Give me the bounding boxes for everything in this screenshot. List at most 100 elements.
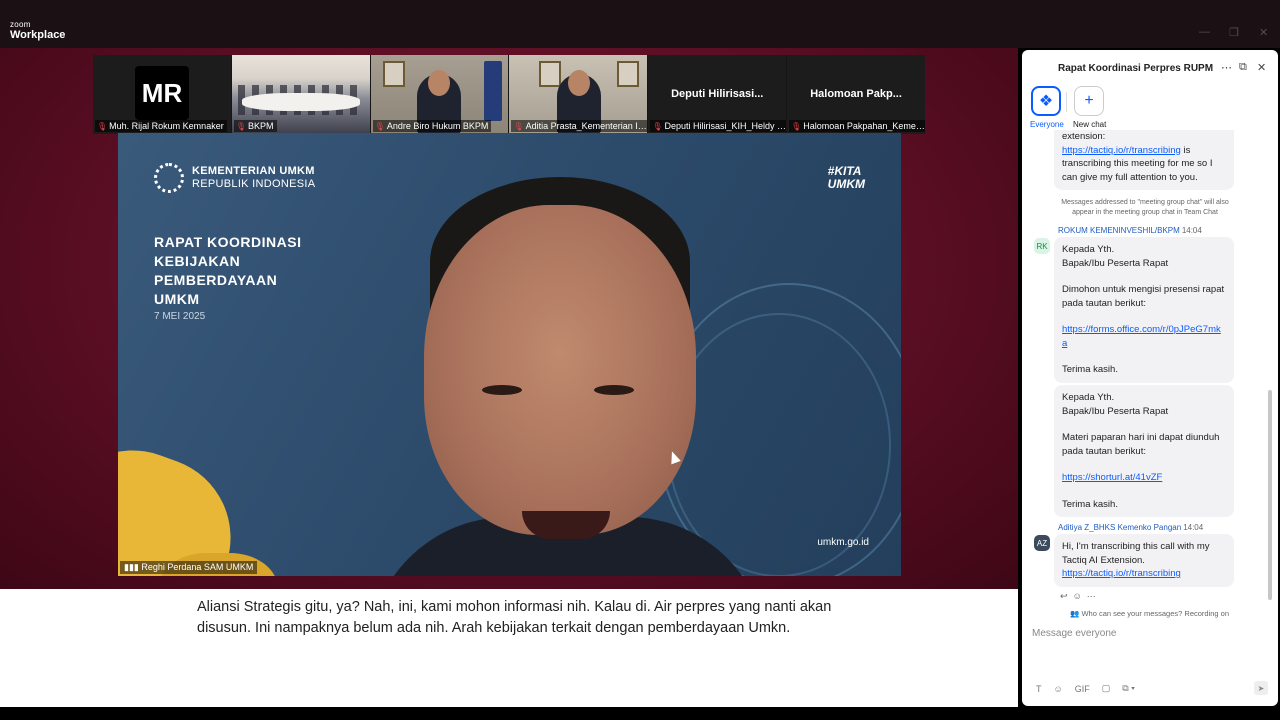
chat-message: Hi, I'm transcribing this call with my T…: [1054, 534, 1234, 587]
mic-muted-icon: 🎙: [235, 122, 246, 131]
participant-tile[interactable]: 🎙 BKPM: [231, 55, 370, 134]
message-link[interactable]: https://forms.office.com/r/0pJPeG7mka: [1062, 324, 1221, 349]
speaker-name-text: Reghi Perdana SAM UMKM: [141, 562, 254, 572]
participant-tile[interactable]: 🎙 Aditia Prasta_Kementerian Inv...: [509, 55, 648, 134]
message-text: Dimohon untuk mengisi presensi rapat pad…: [1062, 284, 1225, 309]
text-format-icon[interactable]: T: [1036, 684, 1042, 694]
chat-notice: Messages addressed to "meeting group cha…: [1061, 199, 1229, 216]
hashtag-line1: #KITA: [827, 164, 862, 178]
visibility-text: Who can see your messages? Recording on: [1081, 609, 1230, 618]
send-icon[interactable]: ➤: [1254, 681, 1268, 695]
participant-display-name: Deputi Hilirisasi...: [671, 88, 764, 100]
participant-strip: MR 🎙 Muh. Rijal Rokum Kemnaker 🎙 BKPM 🎙 And…: [93, 55, 925, 134]
participant-tile[interactable]: Halomoan Pakp... 🎙 Halomoan Pakpahan_Keme…: [787, 55, 925, 134]
sun-logo-icon: [154, 163, 184, 193]
message-link[interactable]: https://tactiq.io/r/transcribing: [1062, 145, 1181, 156]
message-sender: ROKUM KEMENINVESHIL/BKPM 14:04: [1058, 226, 1202, 235]
close-window-icon[interactable]: ✕: [1259, 26, 1268, 39]
signal-icon: ▮▮▮: [124, 562, 142, 572]
zoom-logo: zoom Workplace: [10, 21, 65, 41]
message-time: 14:04: [1183, 523, 1204, 532]
more-options-icon[interactable]: ⋯: [1221, 61, 1232, 74]
chat-message: extension: https://tactiq.io/r/transcrib…: [1054, 130, 1234, 190]
ministry-logo: KEMENTERIAN UMKM REPUBLIK INDONESIA: [154, 163, 315, 193]
minimize-icon[interactable]: —: [1199, 26, 1210, 38]
message-sender: Aditiya Z_BHKS Kemenko Pangan 14:04: [1058, 523, 1203, 532]
hashtag-line2: UMKM: [827, 176, 865, 191]
screenshot-icon[interactable]: ⧉ ▾: [1122, 683, 1135, 694]
participant-name: 🎙 Aditia Prasta_Kementerian Inv...: [511, 120, 648, 132]
chat-message: Kepada Yth. Bapak/Ibu Peserta Rapat Dimo…: [1054, 237, 1234, 383]
participant-name: 🎙 Muh. Rijal Rokum Kemnaker: [95, 120, 227, 132]
mic-muted-icon: 🎙: [791, 122, 802, 131]
tab-label-everyone: Everyone: [1030, 120, 1064, 129]
brand-small: zoom: [10, 20, 31, 29]
participant-display-name: Halomoan Pakp...: [810, 88, 902, 100]
sender-name: Aditiya Z_BHKS Kemenko Pangan: [1058, 523, 1182, 532]
org-country: REPUBLIK INDONESIA: [192, 178, 316, 190]
visibility-info[interactable]: 👥 Who can see your messages? Recording o…: [1070, 609, 1229, 618]
file-icon[interactable]: ▢: [1102, 683, 1111, 694]
compose-toolbar: T ☺ GIF ▢ ⧉ ▾: [1036, 683, 1135, 694]
mic-muted-icon: 🎙: [97, 122, 108, 131]
message-text: Kepada Yth.: [1062, 392, 1115, 403]
emoji-icon[interactable]: ☺: [1054, 684, 1063, 694]
participant-name-text: Halomoan Pakpahan_Kemend...: [803, 121, 925, 131]
participant-name-text: Muh. Rijal Rokum Kemnaker: [109, 121, 224, 131]
participant-name-text: Andre Biro Hukum BKPM: [386, 121, 489, 131]
message-text: extension:: [1062, 131, 1106, 142]
participant-tile[interactable]: Deputi Hilirisasi... 🎙 Deputi Hilirisasi_…: [648, 55, 787, 134]
live-caption-area: Aliansi Strategis gitu, ya? Nah, ini, ka…: [0, 589, 1018, 707]
slide-url: umkm.go.id: [817, 537, 869, 548]
speaker-name-label: ▮▮▮ Reghi Perdana SAM UMKM: [120, 561, 258, 574]
emoji-reaction-icon[interactable]: ☺: [1073, 591, 1082, 601]
brand-big: Workplace: [10, 29, 66, 41]
gif-icon[interactable]: GIF: [1075, 684, 1090, 694]
chat-tabs: ❖ Everyone + New chat: [1022, 86, 1278, 132]
message-link[interactable]: https://shorturl.at/41vZF: [1062, 472, 1162, 483]
active-speaker-video[interactable]: KEMENTERIAN UMKM REPUBLIK INDONESIA #KITA…: [118, 133, 901, 576]
participant-name-text: BKPM: [247, 121, 274, 131]
participant-tile[interactable]: MR 🎙 Muh. Rijal Rokum Kemnaker: [93, 55, 231, 134]
message-time: 14:04: [1181, 226, 1202, 235]
message-text: Bapak/Ibu Peserta Rapat: [1062, 405, 1169, 417]
slide-title-line: RAPAT KOORDINASI: [154, 234, 302, 250]
chat-scrollbar[interactable]: [1268, 390, 1272, 600]
message-text: Bapak/Ibu Peserta Rapat: [1062, 257, 1169, 269]
mic-muted-icon: 🎙: [652, 122, 663, 131]
speaker-figure: [368, 177, 768, 576]
message-text: Terima kasih.: [1062, 364, 1118, 375]
reply-icon[interactable]: ↩: [1060, 591, 1068, 601]
participant-name: 🎙 Halomoan Pakpahan_Kemend...: [789, 120, 925, 132]
hashtag: #KITA UMKM: [828, 165, 865, 190]
everyone-tab-button[interactable]: ❖: [1031, 86, 1061, 116]
caption-text: Aliansi Strategis gitu, ya? Nah, ini, ka…: [197, 599, 832, 636]
new-chat-button[interactable]: +: [1074, 86, 1104, 116]
more-actions-icon[interactable]: ⋯: [1087, 591, 1096, 601]
chat-panel: Rapat Koordinasi Perpres RUPM ⋯ ⧉ ✕ ❖ Ev…: [1022, 50, 1278, 706]
slide-title-line: KEBIJAKAN: [154, 252, 241, 269]
org-name: KEMENTERIAN UMKM: [192, 165, 315, 178]
slide-date: 7 MEI 2025: [154, 311, 206, 322]
slide-title-line: UMKM: [154, 290, 200, 307]
participant-name: 🎙 Andre Biro Hukum BKPM: [372, 120, 492, 132]
people-icon: 👥: [1070, 609, 1082, 618]
message-input[interactable]: Message everyone: [1032, 628, 1268, 639]
plus-icon: +: [1084, 92, 1094, 109]
participant-name: 🎙 BKPM: [233, 120, 277, 132]
restore-icon[interactable]: ❐: [1229, 26, 1239, 39]
paw-icon: ❖: [1038, 93, 1054, 110]
message-link[interactable]: https://tactiq.io/r/transcribing: [1062, 568, 1181, 579]
pop-out-icon[interactable]: ⧉: [1239, 61, 1247, 74]
sender-name: ROKUM KEMENINVESHIL/BKPM: [1058, 226, 1180, 235]
slide-title: RAPAT KOORDINASI KEBIJAKAN PEMBERDAYAAN …: [154, 233, 301, 309]
mic-muted-icon: 🎙: [374, 122, 385, 131]
close-icon[interactable]: ✕: [1257, 61, 1266, 74]
avatar: AZ: [1034, 535, 1050, 551]
tab-label-new-chat: New chat: [1073, 120, 1107, 129]
avatar: RK: [1034, 238, 1050, 254]
participant-tile[interactable]: 🎙 Andre Biro Hukum BKPM: [370, 55, 509, 134]
message-text: Kepada Yth.: [1062, 244, 1115, 255]
participant-name-text: Deputi Hilirisasi_KIH_Heldy Pu...: [664, 121, 787, 131]
slide-title-line: PEMBERDAYAAN: [154, 271, 278, 288]
